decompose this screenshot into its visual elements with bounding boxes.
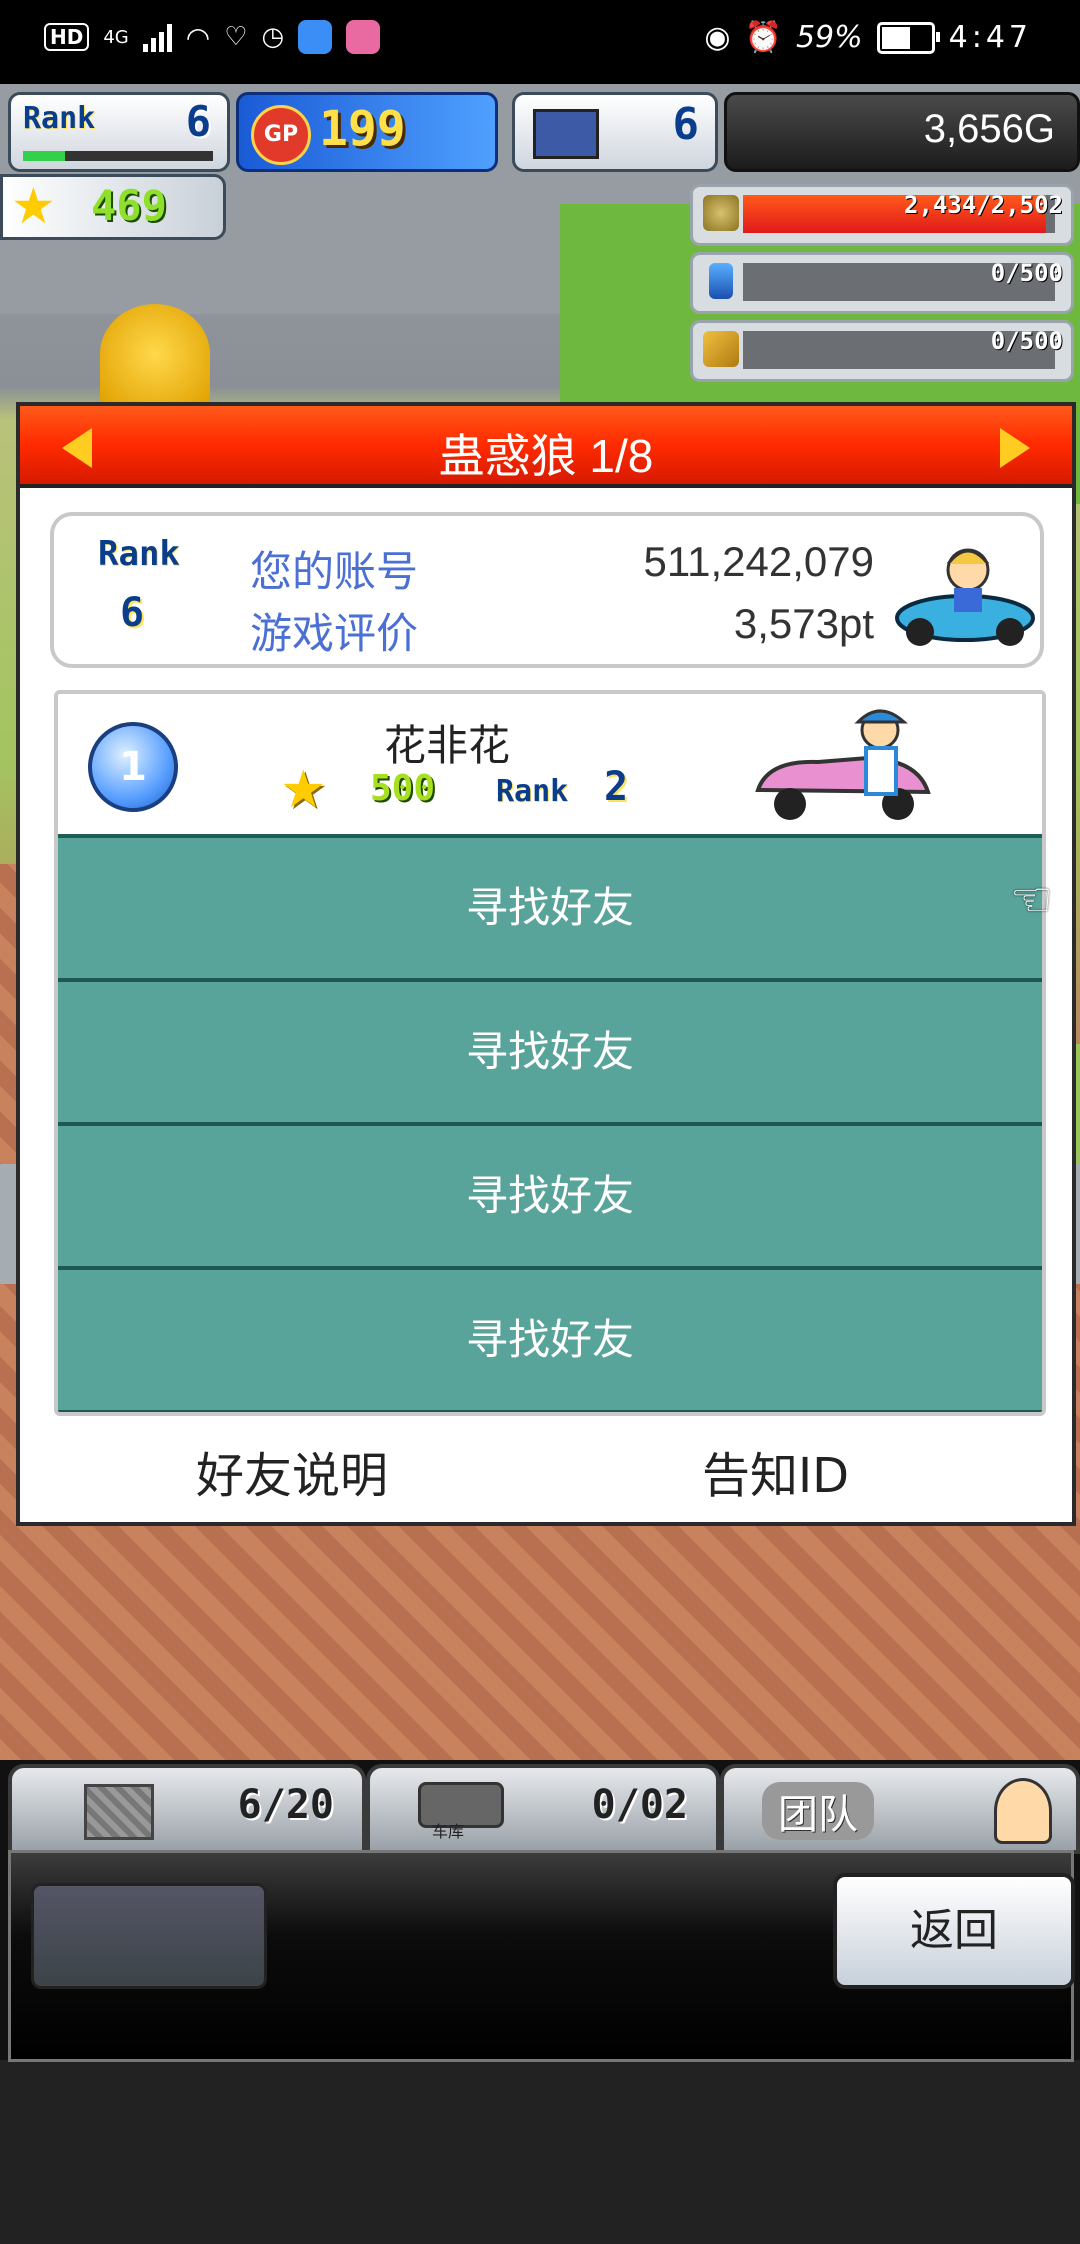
hd-icon: HD — [44, 23, 90, 51]
clock: 4:47 — [948, 20, 1032, 55]
garage-caption: 车库 — [432, 1822, 465, 1841]
app-icon-pink — [346, 20, 381, 54]
wheat-icon — [703, 331, 739, 367]
star-panel[interactable]: ★ 469 — [0, 174, 226, 240]
app-icon-blue — [298, 20, 333, 54]
money-panel[interactable]: 3,656G — [724, 92, 1080, 172]
bottom-panel: 返回 — [8, 1850, 1075, 2062]
friend-star-value: 500 — [370, 768, 436, 809]
signal-icon — [142, 22, 172, 52]
share-id-button[interactable]: 告知ID — [702, 1436, 849, 1506]
research-value: 6 — [672, 99, 700, 150]
tab-garage-value: 0/02 — [591, 1782, 688, 1828]
gp-value: 199 — [319, 101, 406, 157]
friend-row[interactable]: 1 花非花 ★ 500 Rank 2 — [58, 694, 1042, 838]
account-rank-value: 6 — [120, 590, 145, 636]
resource-bar-wheat[interactable]: 0/500 — [690, 320, 1074, 382]
find-friend-button-1[interactable]: 寻找好友 — [58, 838, 1042, 984]
friend-name: 花非花 — [384, 721, 511, 770]
resource-bar-coins[interactable]: 2,434/2,502 — [690, 184, 1074, 246]
find-friend-button-4[interactable]: 寻找好友 — [58, 1270, 1042, 1412]
rating-label: 游戏评价 — [250, 609, 419, 658]
tab-team[interactable]: 团队 — [720, 1764, 1080, 1854]
account-rank-label: Rank — [98, 534, 180, 574]
rank-progress-bar — [23, 151, 213, 161]
computer-icon — [533, 109, 599, 159]
network-label: 4G — [103, 26, 129, 48]
account-number-label: 您的账号 — [250, 547, 419, 596]
team-member-icon — [994, 1778, 1052, 1844]
friend-rank-value: 2 — [604, 764, 629, 810]
fuel-bottle-icon — [709, 263, 733, 299]
vip-building[interactable] — [100, 304, 210, 404]
friend-car-icon — [755, 709, 931, 820]
find-friend-button-3[interactable]: 寻找好友 — [58, 1126, 1042, 1272]
pointing-hand-icon: ☜ — [1010, 872, 1054, 928]
gp-coin-icon: GP — [251, 105, 311, 165]
account-number-value: 511,242,079 — [643, 538, 874, 585]
player-rank-panel[interactable]: Rank 6 — [8, 92, 230, 172]
next-arrow-icon[interactable] — [1000, 428, 1030, 468]
star-icon: ★ — [280, 760, 327, 820]
rank-label: Rank — [23, 101, 96, 136]
resource-bar-fuel[interactable]: 0/500 — [690, 252, 1074, 314]
star-icon: ★ — [11, 177, 56, 235]
friend-slot-badge: 1 — [88, 722, 178, 812]
account-info-card: Rank 6 您的账号 511,242,079 游戏评价 3,573pt — [50, 512, 1044, 668]
friends-dialog: 蛊惑狼 1/8 Rank 6 您的账号 511,242,079 游戏评价 3,5… — [16, 402, 1076, 1526]
wifi-icon: ◠ — [185, 20, 211, 54]
bottom-bar: 6/20 车库 0/02 团队 返回 — [0, 1760, 1080, 2062]
rank-value: 6 — [185, 97, 211, 146]
status-bar: HD 4G ◠ ♡ ◷ ◉ ⏰ 59% 4:47 — [0, 0, 1080, 84]
heart-icon: ♡ — [224, 22, 248, 52]
dialog-header: 蛊惑狼 1/8 — [20, 406, 1072, 488]
team-label: 团队 — [762, 1782, 874, 1840]
research-panel[interactable]: 6 — [512, 92, 718, 172]
money-value: 3,656G — [923, 107, 1055, 151]
find-friend-button-2[interactable]: 寻找好友 — [58, 982, 1042, 1128]
tab-items[interactable]: 6/20 — [8, 1764, 366, 1854]
player-kart-icon — [895, 548, 1035, 646]
back-button[interactable]: 返回 — [833, 1873, 1075, 1989]
resource-coins-label: 2,434/2,502 — [904, 191, 1063, 219]
star-value: 469 — [91, 181, 167, 230]
resource-fuel-label: 0/500 — [990, 259, 1063, 287]
empty-slot[interactable] — [31, 1883, 267, 1989]
battery-percent: 59% — [795, 20, 863, 55]
alarm-icon: ⏰ — [744, 20, 782, 55]
friend-rank-label: Rank — [496, 774, 569, 809]
tab-items-value: 6/20 — [237, 1782, 334, 1828]
coin-stack-icon — [703, 195, 739, 231]
friends-list: 1 花非花 ★ 500 Rank 2 寻找好友 寻找好友 寻找好友 寻找好友 — [54, 690, 1046, 1416]
resource-wheat-label: 0/500 — [990, 327, 1063, 355]
battery-icon — [876, 21, 940, 54]
friend-help-button[interactable]: 好友说明 — [196, 1436, 388, 1506]
tab-garage[interactable]: 车库 0/02 — [366, 1764, 720, 1854]
dialog-title: 蛊惑狼 1/8 — [438, 430, 654, 482]
rating-value: 3,573pt — [733, 600, 874, 647]
crate-icon — [84, 1784, 154, 1840]
gp-panel[interactable]: GP 199 — [236, 92, 498, 172]
timer-icon: ◷ — [261, 22, 285, 52]
eye-icon: ◉ — [704, 20, 731, 55]
